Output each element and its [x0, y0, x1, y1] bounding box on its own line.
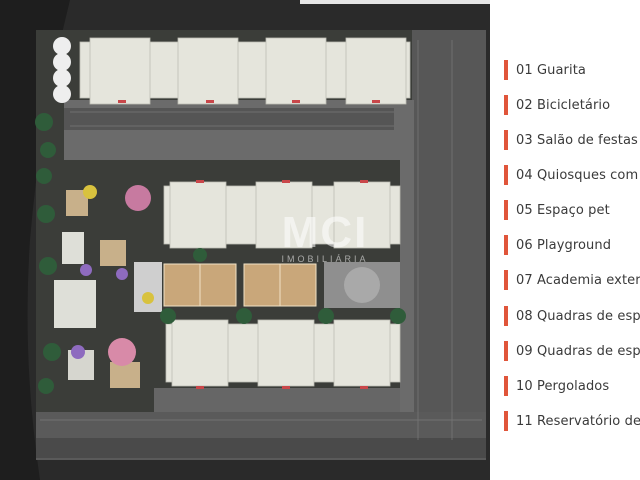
legend-marker — [504, 270, 508, 290]
site-plan-drawing — [0, 0, 486, 480]
sports-courts — [163, 262, 400, 308]
legend-label: 03 Salão de festas — [516, 132, 638, 148]
legend-item: 11 Reservatório de ág — [504, 409, 640, 433]
parking-right — [412, 30, 486, 460]
legend-marker — [504, 165, 508, 185]
legend-label: 09 Quadras de espor — [516, 343, 640, 359]
legend-item: 01 Guarita — [504, 58, 586, 82]
legend-item: 08 Quadras de espor — [504, 304, 640, 328]
legend-marker — [504, 95, 508, 115]
legend-label: 07 Academia externa — [516, 272, 640, 288]
legend-item: 03 Salão de festas — [504, 128, 638, 152]
road-bottom — [154, 388, 412, 412]
legend-marker — [504, 235, 508, 255]
legend-label: 01 Guarita — [516, 62, 586, 78]
legend-label: 02 Bicicletário — [516, 97, 611, 113]
legend-marker — [504, 200, 508, 220]
legend-item: 02 Bicicletário — [504, 93, 610, 117]
legend-label: 10 Pergolados — [516, 378, 610, 394]
legend-item: 10 Pergolados — [504, 374, 609, 398]
legend-marker — [504, 130, 508, 150]
legend-item: 05 Espaço pet — [504, 198, 610, 222]
legend-marker — [504, 306, 508, 326]
legend-item: 07 Academia externa — [504, 268, 640, 292]
top-buildings — [79, 37, 411, 105]
legend-label: 11 Reservatório de ág — [516, 413, 640, 429]
legend-marker — [504, 376, 508, 396]
legend-label: 05 Espaço pet — [516, 202, 610, 218]
legend-panel: 01 Guarita 02 Bicicletário 03 Salão de f… — [490, 0, 640, 480]
site-plan: MCI IMOBILIÁRIA — [0, 0, 490, 480]
legend-marker — [504, 60, 508, 80]
legend-label: 06 Playground — [516, 237, 612, 253]
legend-label: 08 Quadras de espor — [516, 308, 640, 324]
bottom-buildings — [165, 319, 401, 387]
legend-item: 04 Quiosques com ch — [504, 163, 640, 187]
legend-item: 06 Playground — [504, 233, 611, 257]
mid-buildings — [163, 181, 401, 249]
legend-item: 09 Quadras de espor — [504, 339, 640, 363]
legend-marker — [504, 411, 508, 431]
legend-label: 04 Quiosques com ch — [516, 167, 640, 183]
legend-marker — [504, 341, 508, 361]
